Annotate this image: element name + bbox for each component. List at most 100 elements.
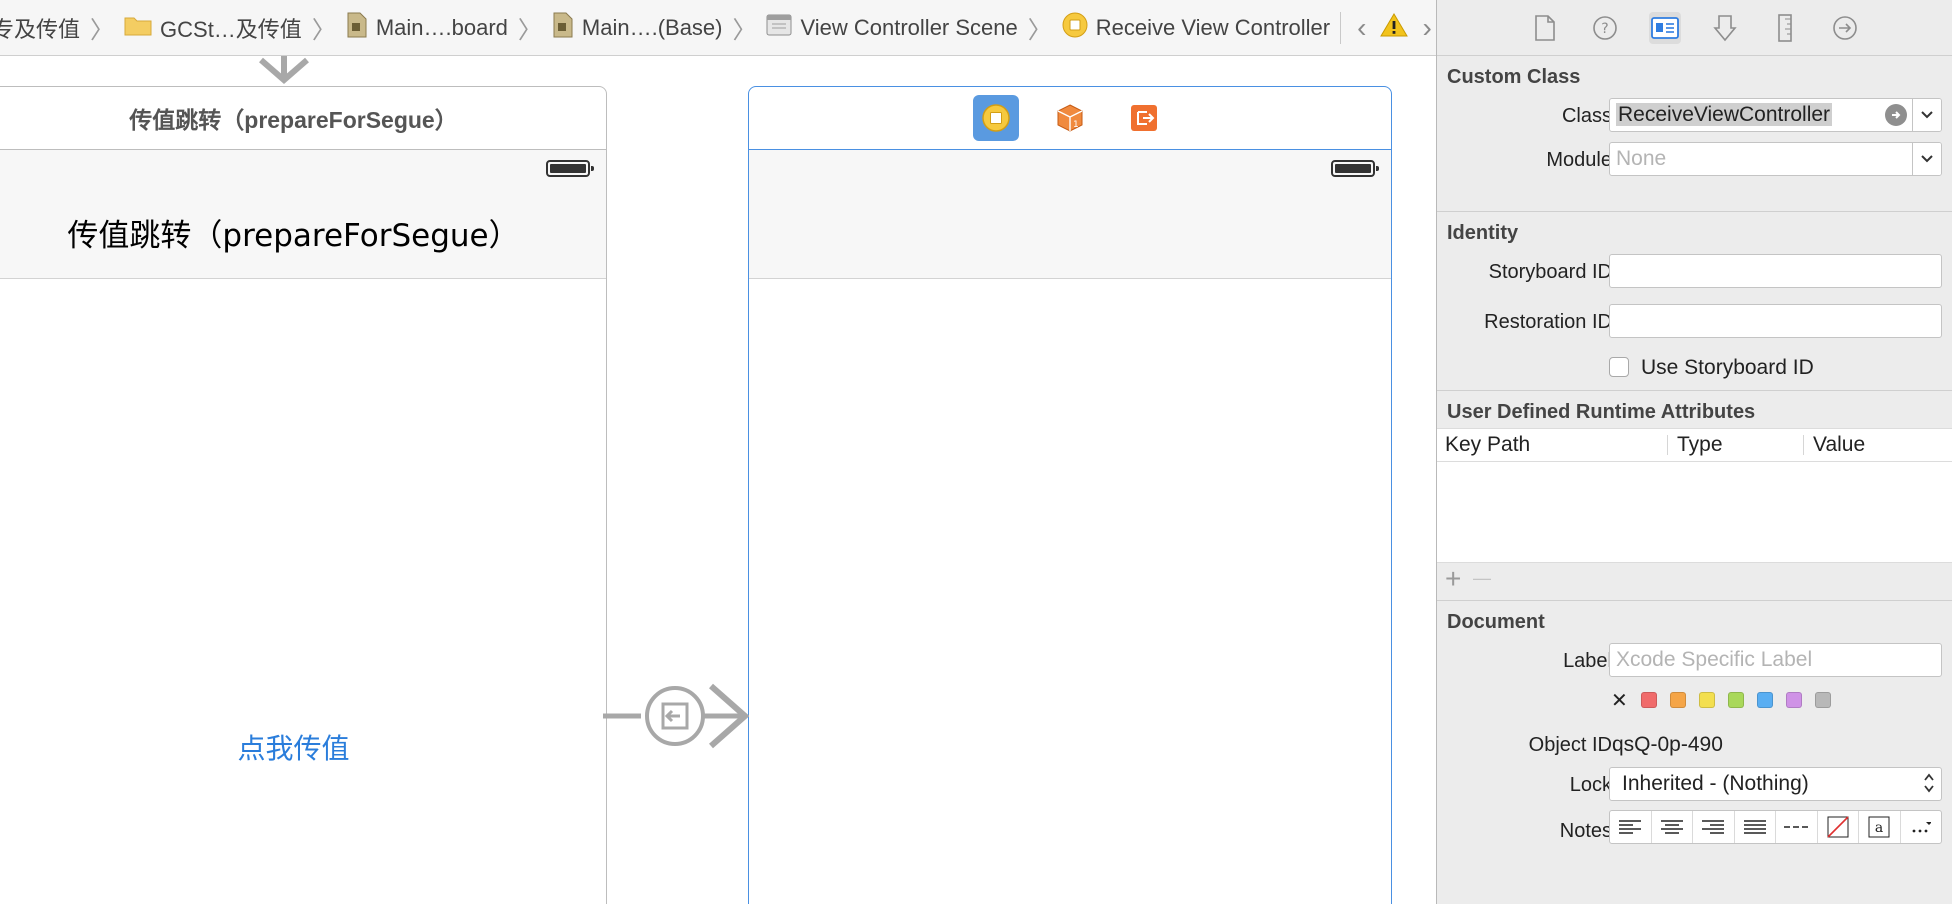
- view-controller-icon: [1062, 12, 1088, 44]
- storyboard-canvas[interactable]: 传值跳转（prepareForSegue） 传值跳转（prepareForSeg…: [0, 56, 1436, 904]
- folder-icon: [124, 14, 152, 42]
- left-view-controller-scene[interactable]: 传值跳转（prepareForSegue） 传值跳转（prepareForSeg…: [0, 86, 607, 904]
- breadcrumb-separator: 〉: [1027, 17, 1052, 44]
- size-inspector-icon[interactable]: [1769, 12, 1801, 44]
- exit-icon[interactable]: [1121, 95, 1167, 141]
- align-left-icon[interactable]: [1610, 811, 1652, 843]
- object-id-row: Object ID qsQ-0p-490: [1437, 722, 1952, 762]
- svg-text:a: a: [1875, 820, 1883, 836]
- restoration-id-field[interactable]: [1609, 304, 1942, 338]
- identity-inspector-icon[interactable]: [1648, 11, 1681, 44]
- color-swatch-blue[interactable]: [1757, 692, 1773, 708]
- breadcrumb-item-4[interactable]: View Controller Scene: [760, 13, 1023, 43]
- module-label: Module: [1546, 149, 1612, 171]
- scene-title: 传值跳转（prepareForSegue）: [129, 107, 458, 133]
- storyboard-id-field[interactable]: [1609, 254, 1942, 288]
- module-combo-box[interactable]: None: [1609, 142, 1942, 176]
- section-title: User Defined Runtime Attributes: [1447, 401, 1756, 423]
- quick-help-icon[interactable]: ?: [1589, 12, 1621, 44]
- runtime-attributes-table-header: Key Path Type Value: [1437, 428, 1952, 462]
- column-divider: [1667, 435, 1668, 455]
- navigation-title: 传值跳转（prepareForSegue）: [67, 218, 520, 254]
- first-responder-icon[interactable]: 1: [1047, 95, 1093, 141]
- battery-icon: [546, 160, 594, 177]
- navigation-bar[interactable]: 传值跳转（prepareForSegue）: [0, 150, 606, 279]
- restoration-id-row: Restoration ID: [1437, 299, 1952, 349]
- module-row: Module None: [1437, 137, 1952, 181]
- breadcrumb-separator: 〉: [90, 17, 115, 44]
- breadcrumb-label: Main….(Base): [581, 14, 723, 40]
- column-header-key-path[interactable]: Key Path: [1445, 433, 1530, 457]
- lock-label: Lock: [1569, 774, 1612, 796]
- class-row: Class ReceiveViewController: [1437, 93, 1952, 137]
- document-label-field[interactable]: Xcode Specific Label: [1609, 643, 1942, 677]
- chevron-down-icon[interactable]: [1912, 143, 1941, 175]
- use-storyboard-id-label: Use Storyboard ID: [1641, 356, 1814, 379]
- identity-section: Identity Storyboard ID Restoration ID Us…: [1437, 212, 1952, 391]
- runtime-attributes-table-body[interactable]: [1437, 462, 1952, 562]
- lock-row: Lock Inherited - (Nothing): [1437, 762, 1952, 804]
- scene-dock: 传值跳转（prepareForSegue）: [0, 87, 606, 150]
- no-color-icon[interactable]: [1818, 811, 1859, 843]
- class-combo-box[interactable]: ReceiveViewController: [1609, 98, 1942, 132]
- breadcrumb-item-0[interactable]: 专及传值: [0, 12, 86, 44]
- pass-value-button[interactable]: 点我传值: [0, 727, 606, 767]
- receive-view-controller-scene[interactable]: 1: [748, 86, 1392, 904]
- line-style-icon[interactable]: [1776, 811, 1818, 843]
- table-tools: + —: [1437, 562, 1952, 597]
- color-swatch-red[interactable]: [1641, 692, 1657, 708]
- scene-dock: 1: [749, 87, 1391, 150]
- attributes-inspector-icon[interactable]: [1709, 12, 1741, 44]
- go-to-class-icon[interactable]: [1885, 104, 1907, 126]
- battery-icon: [1331, 160, 1379, 177]
- module-placeholder: None: [1616, 147, 1667, 170]
- identity-inspector: ? Custom Class Class ReceiveViewControll…: [1436, 0, 1952, 904]
- storyboard-file-icon: [346, 11, 368, 45]
- object-id-value: qsQ-0p-490: [1612, 733, 1723, 756]
- section-title: Custom Class: [1447, 66, 1581, 88]
- notes-row: Notes a: [1437, 804, 1952, 852]
- section-title: Identity: [1447, 222, 1519, 244]
- storyboard-id-row: Storyboard ID: [1437, 249, 1952, 299]
- clear-color-icon[interactable]: ✕: [1611, 688, 1628, 713]
- breadcrumb-separator: 〉: [517, 17, 542, 44]
- breadcrumb-item-2[interactable]: Main….board: [340, 11, 514, 45]
- align-center-icon[interactable]: [1652, 811, 1693, 843]
- lock-popup[interactable]: Inherited - (Nothing): [1609, 767, 1942, 801]
- segue-connector[interactable]: [603, 676, 749, 756]
- warning-icon[interactable]: [1380, 12, 1409, 43]
- back-button[interactable]: ‹: [1349, 12, 1374, 44]
- color-swatch-orange[interactable]: [1670, 692, 1686, 708]
- remove-attribute-button[interactable]: —: [1473, 568, 1491, 589]
- color-swatch-yellow[interactable]: [1699, 692, 1715, 708]
- connections-inspector-icon[interactable]: [1829, 12, 1861, 44]
- color-swatch-gray[interactable]: [1815, 692, 1831, 708]
- view-controller-icon[interactable]: [973, 95, 1019, 141]
- chevron-down-icon[interactable]: [1912, 99, 1941, 131]
- jump-bar: 专及传值 〉 GCSt…及传值 〉 Main….board 〉 Main….(B…: [0, 0, 1436, 56]
- align-justify-icon[interactable]: [1735, 811, 1776, 843]
- more-options-icon[interactable]: [1901, 811, 1942, 843]
- breadcrumb-item-5[interactable]: Receive View Controller: [1056, 12, 1336, 44]
- object-id-label: Object ID: [1528, 734, 1612, 756]
- file-inspector-icon[interactable]: [1529, 12, 1561, 44]
- use-storyboard-id-checkbox[interactable]: [1609, 357, 1629, 377]
- class-label: Class: [1561, 105, 1612, 127]
- column-divider: [1803, 435, 1804, 455]
- text-color-icon[interactable]: a: [1859, 811, 1901, 843]
- scene-icon: [766, 13, 792, 43]
- class-value: ReceiveViewController: [1616, 103, 1833, 126]
- color-swatch-green[interactable]: [1728, 692, 1744, 708]
- column-header-type[interactable]: Type: [1677, 433, 1723, 457]
- navigation-bar[interactable]: [749, 150, 1391, 279]
- align-right-icon[interactable]: [1693, 811, 1735, 843]
- add-attribute-button[interactable]: +: [1445, 563, 1461, 595]
- breadcrumb-item-1[interactable]: GCSt…及传值: [118, 12, 308, 44]
- forward-button[interactable]: ›: [1414, 12, 1436, 44]
- svg-text:1: 1: [1073, 120, 1079, 130]
- color-swatch-purple[interactable]: [1786, 692, 1802, 708]
- document-section: Document Label Xcode Specific Label ✕ Ob…: [1437, 601, 1952, 852]
- column-header-value[interactable]: Value: [1813, 433, 1865, 457]
- breadcrumb-item-3[interactable]: Main….(Base): [546, 11, 729, 45]
- inspector-tab-bar: ?: [1437, 0, 1952, 56]
